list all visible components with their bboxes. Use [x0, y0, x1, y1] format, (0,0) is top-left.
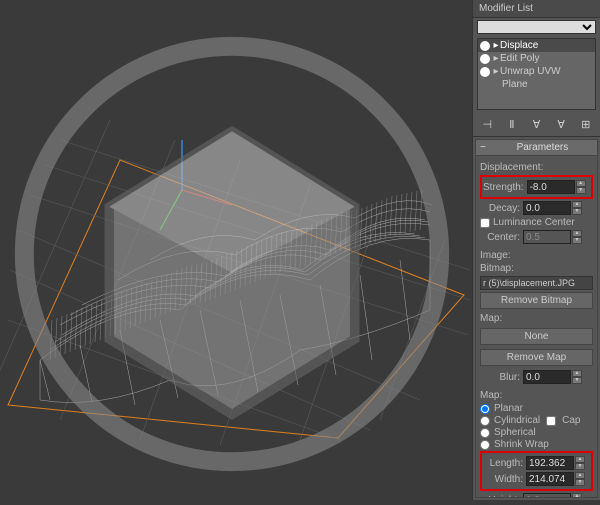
stack-toolbar: ⊣ Ⅱ ∀ ∀ ⊞ — [473, 112, 600, 137]
lightbulb-icon[interactable] — [480, 54, 490, 64]
modifier-stack[interactable]: ▸ Displace ▸ Edit Poly ▸ Unwrap UVW Plan… — [477, 38, 596, 110]
decay-label: Decay: — [480, 203, 520, 214]
blur-spinner[interactable]: ▲▼ — [523, 370, 593, 384]
height-input — [523, 493, 571, 498]
displacement-group-label: Displacement: — [480, 162, 593, 173]
show-result-icon[interactable]: Ⅱ — [504, 116, 520, 132]
map-spherical-radio[interactable]: Spherical — [480, 427, 593, 438]
collapse-icon: − — [480, 142, 486, 153]
spin-down-icon[interactable]: ▼ — [572, 208, 582, 215]
width-input[interactable] — [526, 472, 574, 486]
map-group-label: Map: — [480, 390, 593, 401]
parameters-rollout: − Parameters Displacement: Strength: ▲▼ … — [475, 139, 598, 498]
bitmap-path-button[interactable]: r (5)\displacement.JPG — [480, 276, 593, 290]
spin-up-icon: ▲ — [572, 230, 582, 237]
stack-item-plane[interactable]: Plane — [478, 78, 595, 91]
spin-up-icon: ▲ — [572, 493, 582, 498]
configure-icon[interactable]: ⊞ — [578, 116, 594, 132]
viewcube[interactable] — [0, 4, 468, 504]
spin-down-icon[interactable]: ▼ — [575, 463, 585, 470]
make-unique-icon[interactable]: ∀ — [528, 116, 544, 132]
modifier-list-dropdown[interactable] — [477, 20, 596, 34]
map-planar-radio[interactable]: Planar — [480, 403, 593, 414]
lightbulb-icon[interactable] — [480, 67, 490, 77]
remove-modifier-icon[interactable]: ∀ — [553, 116, 569, 132]
length-label: Length: — [483, 458, 523, 469]
stack-item-editpoly[interactable]: ▸ Edit Poly — [478, 52, 595, 65]
spin-down-icon[interactable]: ▼ — [572, 377, 582, 384]
rollout-header[interactable]: − Parameters — [476, 140, 597, 156]
spin-down-icon: ▼ — [572, 237, 582, 244]
spin-up-icon[interactable]: ▲ — [575, 472, 585, 479]
spin-up-icon[interactable]: ▲ — [572, 201, 582, 208]
spin-down-icon[interactable]: ▼ — [576, 187, 586, 194]
strength-label: Strength: — [483, 182, 524, 193]
decay-input[interactable] — [523, 201, 571, 215]
blur-label: Blur: — [480, 372, 520, 383]
strength-highlight: Strength: ▲▼ — [480, 175, 593, 199]
pin-stack-icon[interactable]: ⊣ — [479, 116, 495, 132]
map-shrinkwrap-radio[interactable]: Shrink Wrap — [480, 439, 593, 450]
cap-checkbox[interactable] — [546, 416, 556, 426]
center-label: Center: — [480, 232, 520, 243]
expand-icon[interactable]: ▸ — [492, 53, 500, 64]
strength-spinner[interactable]: ▲▼ — [527, 180, 590, 194]
remove-bitmap-button[interactable]: Remove Bitmap — [480, 292, 593, 309]
map-label: Map: — [480, 313, 593, 324]
expand-icon[interactable]: ▸ — [492, 66, 500, 77]
height-label: Height: — [480, 495, 520, 499]
spin-up-icon[interactable]: ▲ — [575, 456, 585, 463]
image-group-label: Image: — [480, 250, 593, 261]
decay-spinner[interactable]: ▲▼ — [523, 201, 593, 215]
length-spinner[interactable]: ▲▼ — [526, 456, 590, 470]
center-spinner: ▲▼ — [523, 230, 593, 244]
map-slot-button[interactable]: None — [480, 328, 593, 345]
remove-map-button[interactable]: Remove Map — [480, 349, 593, 366]
strength-input[interactable] — [527, 180, 575, 194]
spin-down-icon[interactable]: ▼ — [575, 479, 585, 486]
center-input — [523, 230, 571, 244]
command-panel: Modifier List ▸ Displace ▸ Edit Poly ▸ U… — [472, 0, 600, 500]
width-spinner[interactable]: ▲▼ — [526, 472, 590, 486]
luminance-checkbox[interactable]: Luminance Center — [480, 217, 593, 228]
expand-icon[interactable]: ▸ — [492, 40, 500, 51]
width-label: Width: — [483, 474, 523, 485]
spin-up-icon[interactable]: ▲ — [576, 180, 586, 187]
lightbulb-icon[interactable] — [480, 41, 490, 51]
bitmap-label: Bitmap: — [480, 263, 593, 274]
modifier-list-label: Modifier List — [473, 0, 600, 18]
length-input[interactable] — [526, 456, 574, 470]
map-cylindrical-radio[interactable]: CylindricalCap — [480, 415, 593, 426]
height-spinner: ▲▼ — [523, 493, 593, 498]
blur-input[interactable] — [523, 370, 571, 384]
viewport-3d[interactable] — [0, 0, 472, 500]
spin-up-icon[interactable]: ▲ — [572, 370, 582, 377]
stack-item-unwrap[interactable]: ▸ Unwrap UVW — [478, 65, 595, 78]
length-width-highlight: Length: ▲▼ Width: ▲▼ — [480, 451, 593, 491]
stack-item-displace[interactable]: ▸ Displace — [478, 39, 595, 52]
